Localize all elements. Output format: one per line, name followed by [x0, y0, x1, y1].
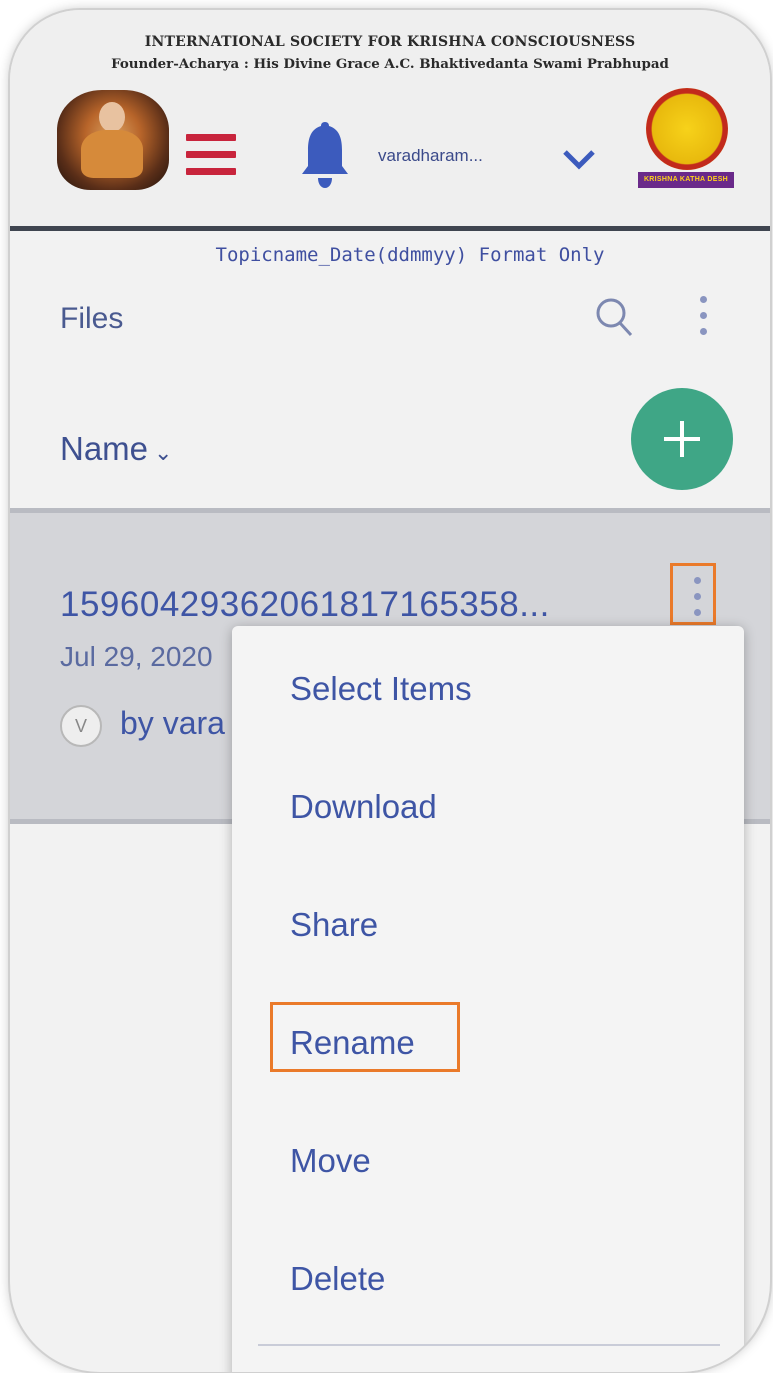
file-date: Jul 29, 2020 [60, 641, 213, 672]
file-name: 15960429362061817165358... [60, 585, 550, 624]
user-name[interactable]: varadharam... [378, 146, 483, 166]
menu-item-move[interactable]: Move [290, 1142, 371, 1180]
file-more-options-icon[interactable] [690, 577, 704, 625]
caret-down-icon: ⌄ [154, 440, 173, 465]
add-file-button[interactable] [631, 388, 733, 490]
search-icon[interactable] [594, 296, 634, 338]
menu-divider [258, 1344, 720, 1346]
context-menu: Select Items Download Share Rename Move … [232, 626, 744, 1372]
org-title: INTERNATIONAL SOCIETY FOR KRISHNA CONSCI… [144, 34, 636, 50]
menu-item-download[interactable]: Download [290, 788, 437, 826]
hamburger-menu-icon[interactable] [186, 134, 236, 184]
naming-hint: Topicname_Date(ddmmyy) Format Only [215, 244, 605, 266]
founder-photo [57, 90, 169, 190]
owner-label: by vara [120, 705, 225, 741]
owner-avatar: V [60, 705, 102, 747]
app-header: INTERNATIONAL SOCIETY FOR KRISHNA CONSCI… [10, 10, 770, 231]
sort-by-name[interactable]: Name ⌄ [60, 430, 172, 468]
app-logo: KRISHNA KATHA DESH [638, 88, 734, 192]
sort-label: Name [60, 430, 149, 467]
more-options-icon[interactable] [696, 296, 710, 348]
menu-item-rename[interactable]: Rename [290, 1024, 415, 1062]
menu-item-share[interactable]: Share [290, 906, 378, 944]
menu-item-select-items[interactable]: Select Items [290, 670, 472, 708]
chevron-down-icon[interactable] [562, 148, 596, 170]
bell-icon[interactable] [302, 120, 348, 190]
page-title: Files [60, 302, 124, 335]
phone-frame: INTERNATIONAL SOCIETY FOR KRISHNA CONSCI… [10, 10, 770, 1372]
menu-item-delete[interactable]: Delete [290, 1260, 385, 1298]
org-subtitle: Founder-Acharya : His Divine Grace A.C. … [111, 56, 669, 72]
